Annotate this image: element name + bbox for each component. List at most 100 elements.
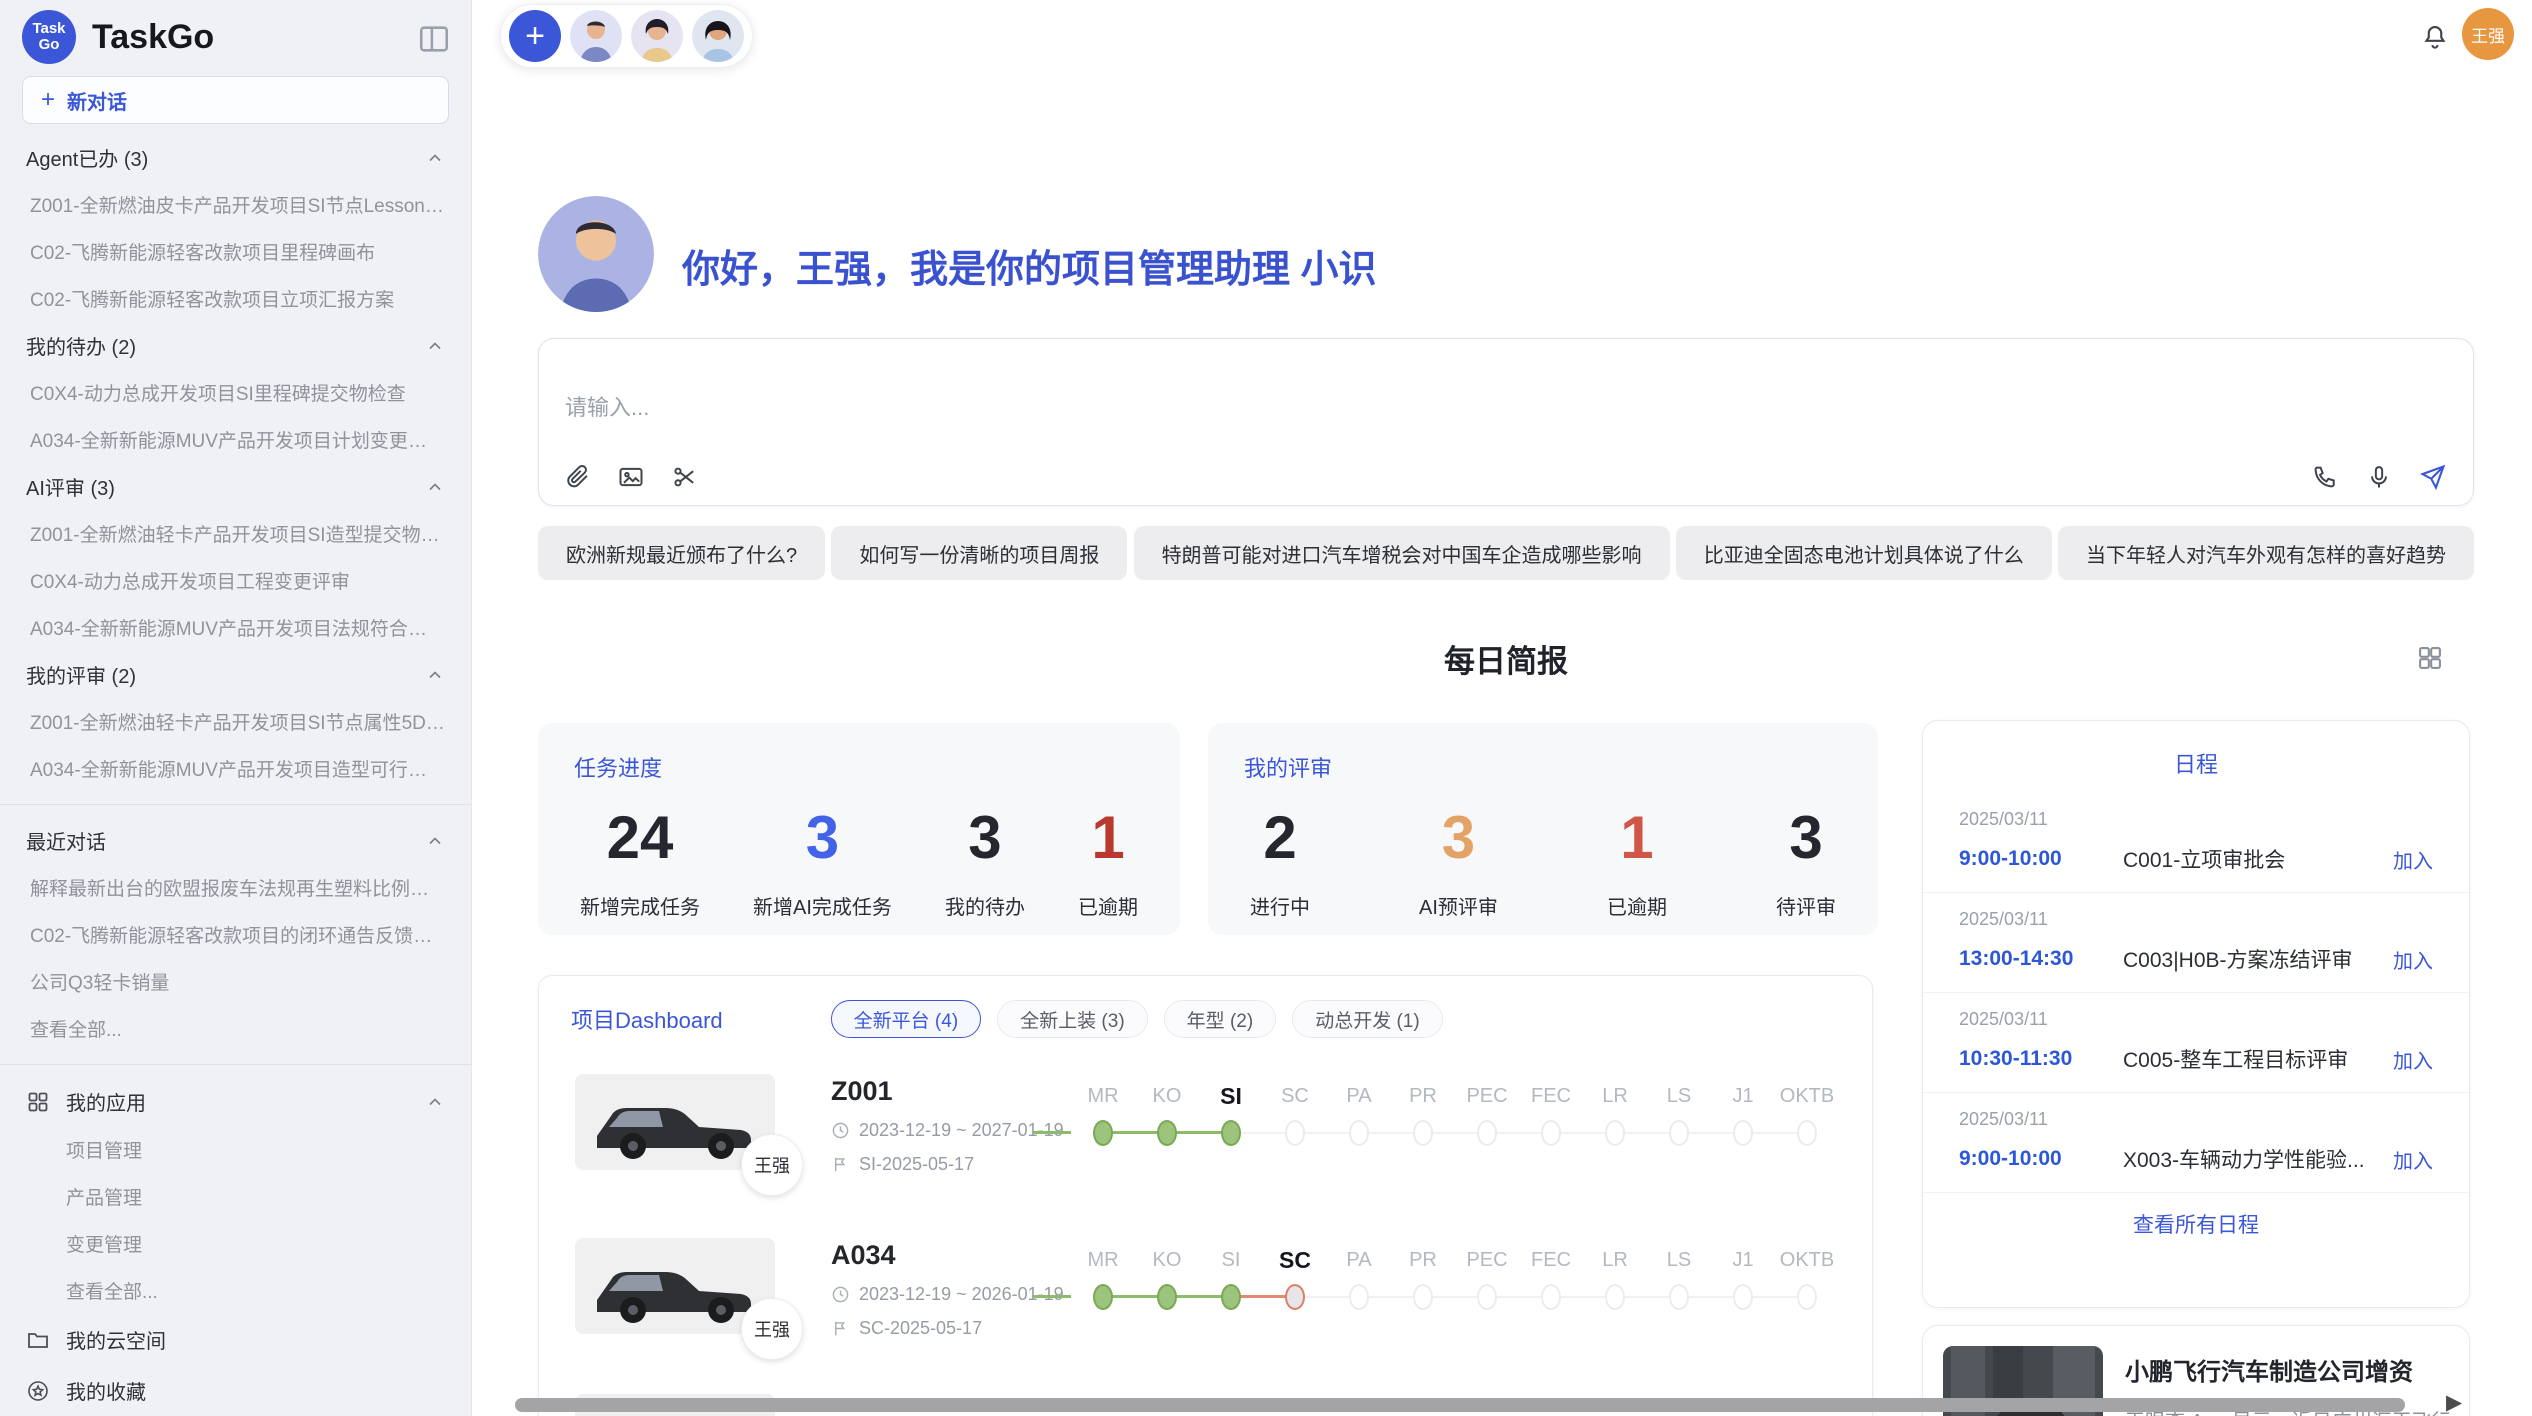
sidebar-item[interactable]: A034-全新新能源MUV产品开发项目法规符合性评审: [0, 604, 471, 651]
sidebar-group-recent-chats[interactable]: 最近对话: [0, 817, 471, 864]
divider: [0, 804, 471, 805]
card-title: 任务进度: [574, 751, 1144, 783]
join-link[interactable]: 加入: [2393, 845, 2433, 874]
suggestion-chip[interactable]: 如何写一份清晰的项目周报: [831, 526, 1127, 580]
sidebar-item[interactable]: A034-全新新能源MUV产品开发项目计划变更表编写: [0, 416, 471, 463]
sidebar-item-my-favorites[interactable]: 我的收藏: [0, 1365, 471, 1416]
agent-avatar[interactable]: [570, 10, 622, 62]
sidebar-item[interactable]: C02-飞腾新能源轻客改款项目立项汇报方案: [0, 275, 471, 322]
join-link[interactable]: 加入: [2393, 945, 2433, 974]
divider: [0, 1064, 471, 1065]
schedule-name: C003|H0B-方案冻结评审: [2111, 944, 2393, 974]
schedule-time: 9:00-10:00: [1959, 847, 2111, 871]
suggestion-chip[interactable]: 欧洲新规最近颁布了什么?: [538, 526, 825, 580]
chat-input[interactable]: [565, 395, 2065, 421]
sidebar-item[interactable]: Z001-全新燃油轻卡产品开发项目SI造型提交物评审: [0, 510, 471, 557]
sidebar-item-my-cloud[interactable]: 我的云空间: [0, 1314, 471, 1365]
image-icon[interactable]: [617, 463, 645, 491]
scissors-icon[interactable]: [671, 463, 699, 491]
suggestion-chip[interactable]: 比亚迪全固态电池计划具体说了什么: [1676, 526, 2052, 580]
horizontal-scrollbar[interactable]: [515, 1398, 2405, 1412]
sidebar-group-ai-review[interactable]: AI评审 (3): [0, 463, 471, 510]
sidebar-collapse-icon[interactable]: [417, 22, 451, 52]
app-item-project-mgmt[interactable]: 项目管理: [0, 1126, 471, 1173]
milestone-PA: PA: [1327, 1076, 1391, 1146]
apps-grid-icon: [26, 1090, 50, 1114]
milestone-PEC: PEC: [1455, 1076, 1519, 1146]
app-item-product-mgmt[interactable]: 产品管理: [0, 1173, 471, 1220]
task-progress-card: 任务进度 24新增完成任务 3新增AI完成任务 3我的待办 1已逾期: [538, 723, 1180, 935]
schedule-date: 2025/03/11: [1959, 909, 2433, 930]
filter-chip[interactable]: 全新上装 (3): [997, 1000, 1148, 1038]
sidebar-item[interactable]: C02-飞腾新能源轻客改款项目里程碑画布: [0, 228, 471, 275]
chevron-up-icon: [425, 831, 445, 851]
milestone-LR: LR: [1583, 1240, 1647, 1310]
view-all-schedule-link[interactable]: 查看所有日程: [1923, 1193, 2469, 1239]
stat-ai-prereview: 3AI预评审: [1419, 805, 1498, 920]
sidebar-header: Task Go TaskGo: [0, 0, 471, 72]
agent-avatar[interactable]: [692, 10, 744, 62]
recent-chat-view-all[interactable]: 查看全部...: [0, 1005, 471, 1052]
schedule-name: X003-车辆动力学性能验...: [2111, 1144, 2393, 1174]
sidebar-item-my-apps[interactable]: 我的应用: [0, 1077, 471, 1126]
user-avatar[interactable]: 王强: [2462, 8, 2514, 60]
agent-avatar[interactable]: [631, 10, 683, 62]
chevron-up-icon: [425, 665, 445, 685]
assistant-avatar: [538, 196, 654, 312]
sidebar-item[interactable]: A034-全新新能源MUV产品开发项目造型可行性评审: [0, 745, 471, 792]
layout-grid-icon[interactable]: [2416, 644, 2444, 672]
suggestion-chip[interactable]: 当下年轻人对汽车外观有怎样的喜好趋势: [2058, 526, 2474, 580]
project-row[interactable]: 王强 A034 2023-12-19 ~ 2026-01-19 SC-2025-…: [539, 1226, 1872, 1376]
send-icon[interactable]: [2419, 463, 2447, 491]
milestone-PR: PR: [1391, 1240, 1455, 1310]
sidebar-item[interactable]: Z001-全新燃油轻卡产品开发项目SI节点属性5D文件评审: [0, 698, 471, 745]
milestone-PA: PA: [1327, 1240, 1391, 1310]
stat-new-done: 24新增完成任务: [580, 805, 700, 920]
agent-switcher: +: [500, 4, 753, 68]
milestone-track: MR KO SI SC PA PR PEC FEC LR LS J1 OKTB: [1071, 1076, 1839, 1146]
new-chat-button[interactable]: + 新对话: [22, 76, 449, 124]
milestone-SC: SC: [1263, 1076, 1327, 1146]
project-row[interactable]: 王强 Z001 2023-12-19 ~ 2027-01-19 SI-2025-…: [539, 1062, 1872, 1212]
sidebar-item[interactable]: C0X4-动力总成开发项目工程变更评审: [0, 557, 471, 604]
stat-my-todo: 3我的待办: [945, 805, 1025, 920]
recent-chat-item[interactable]: C02-飞腾新能源轻客改款项目的闭环通告反馈情况: [0, 911, 471, 958]
stat-overdue: 1已逾期: [1607, 805, 1667, 920]
milestone-MR: MR: [1071, 1076, 1135, 1146]
folder-icon: [26, 1328, 50, 1352]
phone-icon[interactable]: [2311, 463, 2339, 491]
scroll-right-arrow[interactable]: ▶: [2446, 1390, 2462, 1415]
schedule-item: 2025/03/11 9:00-10:00 C001-立项审批会 加入: [1923, 793, 2469, 893]
sidebar-group-my-review[interactable]: 我的评审 (2): [0, 651, 471, 698]
notification-bell-icon[interactable]: [2420, 22, 2450, 52]
project-code: Z001: [831, 1076, 1067, 1107]
milestone-OKTB: OKTB: [1775, 1240, 1839, 1310]
dashboard-title: 项目Dashboard: [571, 1003, 723, 1035]
milestone-LS: LS: [1647, 1240, 1711, 1310]
microphone-icon[interactable]: [2365, 463, 2393, 491]
sidebar-item[interactable]: C0X4-动力总成开发项目SI里程碑提交物检查: [0, 369, 471, 416]
sidebar-item[interactable]: Z001-全新燃油皮卡产品开发项目SI节点Lesson Learn报告: [0, 181, 471, 228]
sidebar-group-agent-done[interactable]: Agent已办 (3): [0, 134, 471, 181]
stat-ai-done: 3新增AI完成任务: [753, 805, 892, 920]
recent-chat-item[interactable]: 公司Q3轻卡销量: [0, 958, 471, 1005]
clock-icon: [831, 1285, 850, 1304]
join-link[interactable]: 加入: [2393, 1145, 2433, 1174]
assistant-greeting: 你好，王强，我是你的项目管理助理 小识: [682, 238, 1377, 293]
attachment-icon[interactable]: [563, 463, 591, 491]
sidebar-group-my-todo[interactable]: 我的待办 (2): [0, 322, 471, 369]
add-agent-button[interactable]: +: [509, 10, 561, 62]
filter-chip[interactable]: 年型 (2): [1164, 1000, 1277, 1038]
filter-chip[interactable]: 动总开发 (1): [1292, 1000, 1443, 1038]
suggestion-chip[interactable]: 特朗普可能对进口汽车增税会对中国车企造成哪些影响: [1134, 526, 1670, 580]
schedule-date: 2025/03/11: [1959, 809, 2433, 830]
milestone-SC-current-overdue: SC: [1263, 1240, 1327, 1310]
filter-chip-active[interactable]: 全新平台 (4): [831, 1000, 982, 1038]
flag-icon: [831, 1155, 850, 1174]
news-title: 小鹏飞行汽车制造公司增资: [2125, 1352, 2449, 1387]
app-item-change-mgmt[interactable]: 变更管理: [0, 1220, 471, 1267]
app-item-view-all[interactable]: 查看全部...: [0, 1267, 471, 1314]
recent-chat-item[interactable]: 解释最新出台的欧盟报废车法规再生塑料比例被调至15%...: [0, 864, 471, 911]
taskgo-app: Task Go TaskGo + 新对话 Agent已办 (3) Z001-全新…: [0, 0, 2532, 1416]
join-link[interactable]: 加入: [2393, 1045, 2433, 1074]
